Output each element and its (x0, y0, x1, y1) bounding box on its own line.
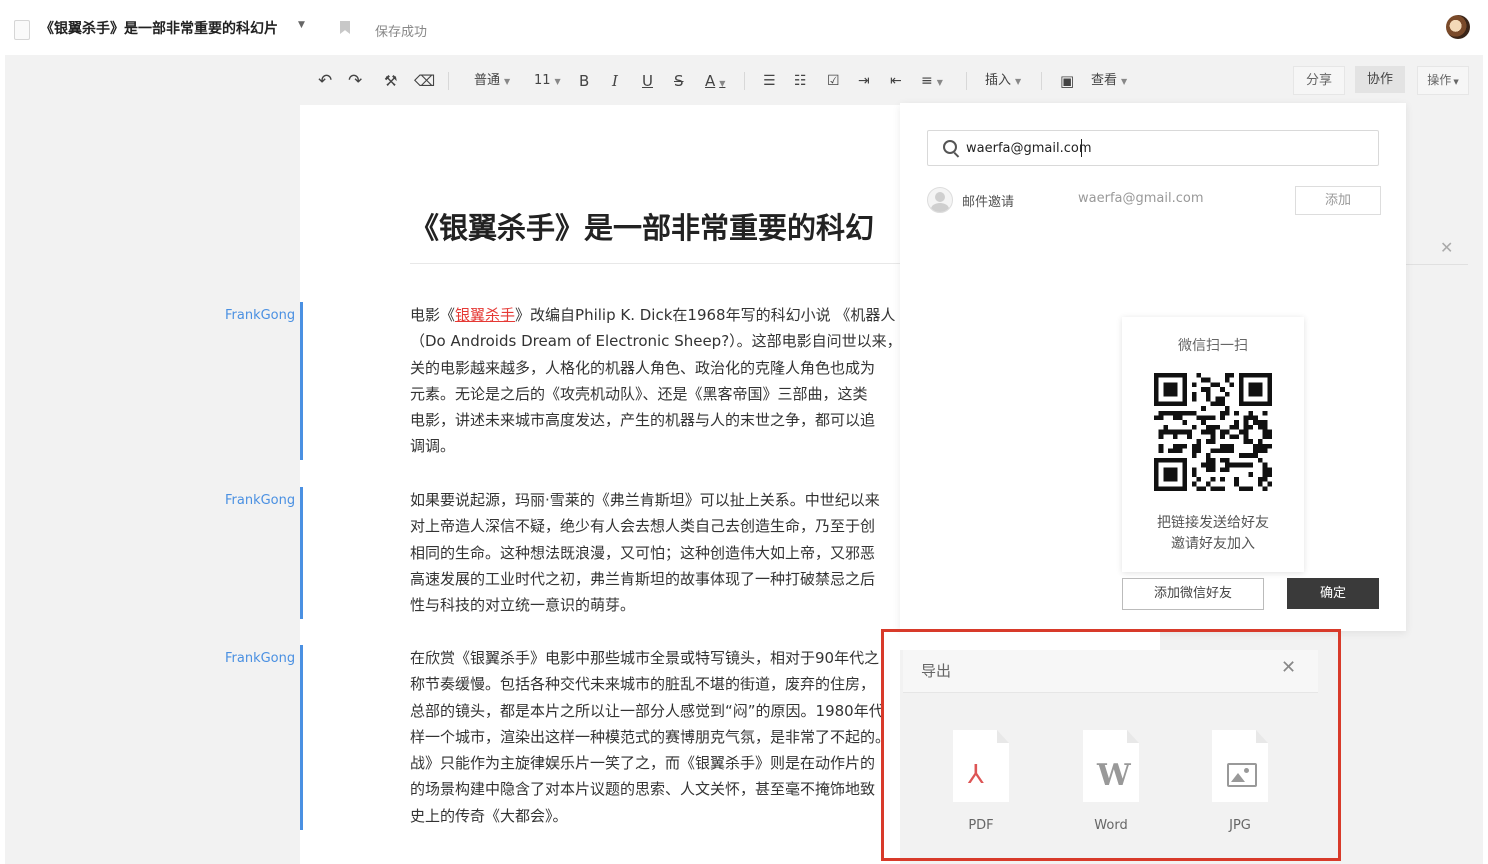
text-span: 电影《 (410, 306, 456, 324)
undo-icon[interactable]: ↶ (318, 62, 332, 100)
movie-link[interactable]: 银翼杀手 (455, 306, 515, 324)
align-select[interactable]: ≡ ▼ (921, 62, 943, 100)
chevron-down-icon: ▼ (1453, 78, 1459, 86)
text-cursor (1081, 139, 1082, 157)
paragraph-line: 战》只能作为主旋律娱乐片一笑了之，而《银翼杀手》则是在动作片的 (410, 754, 876, 773)
strikethrough-button[interactable]: S (674, 62, 684, 100)
paragraph-line: 关的电影越来越多，人格化的机器人角色、政治化的克隆人角色也成为 (410, 358, 876, 377)
user-placeholder-icon (927, 187, 953, 213)
paragraph-line: 元素。无论是之后的《攻壳机动队》、还是《黑客帝国》三部曲，这类 (410, 384, 868, 403)
collab-button[interactable]: 协作 (1355, 66, 1405, 93)
paragraph-line: 相同的生命。这种想法既浪漫，又可怕；这种创造伟大如上帝，又邪恶 (410, 543, 876, 562)
paragraph-style-select[interactable]: 普通 ▼ (474, 62, 510, 100)
operations-button[interactable]: 操作 ▼ (1417, 66, 1469, 95)
paragraph-style-label: 普通 (474, 73, 501, 88)
search-icon (943, 140, 957, 154)
paragraph-line: 总部的镜头，都是本片之所以让一部分人感觉到“闷”的原因。1980年代 (410, 701, 884, 720)
author-marker (300, 487, 303, 619)
toolbar-divider (966, 72, 967, 90)
paragraph-line: 高速发展的工业时代之初，弗兰肯斯坦的故事体现了一种打破禁忌之后 (410, 569, 876, 588)
font-size-select[interactable]: 11 ▼ (534, 62, 561, 100)
highlight-box (881, 629, 1341, 861)
paragraph-line: 电影《银翼杀手》改编自Philip K. Dick在1968年写的科幻小说 《机… (410, 302, 900, 328)
invite-label: 邮件邀请 (962, 195, 1015, 210)
share-button[interactable]: 分享 (1293, 66, 1345, 95)
paragraph-line: 性与科技的对立统一意识的萌芽。 (410, 596, 636, 615)
document-icon (14, 20, 30, 40)
chevron-down-icon: ▼ (719, 79, 726, 88)
font-color-button[interactable]: A ▼ (705, 62, 725, 100)
checklist-icon[interactable]: ☑ (827, 62, 840, 100)
close-icon[interactable]: ✕ (1440, 238, 1453, 257)
paragraph-line: （Do Androids Dream of Electronic Sheep?）… (410, 332, 900, 351)
operations-label: 操作 (1427, 73, 1452, 87)
paragraph[interactable]: 在欣赏《银翼杀手》电影中那些城市全景或特写镜头，相对于90年代之 称节奏缓慢。包… (410, 645, 900, 829)
paragraph-line: 调调。 (410, 437, 456, 456)
italic-button[interactable]: I (612, 62, 618, 100)
comment-icon[interactable]: ▣ (1060, 62, 1074, 100)
paragraph-line: 电影，讲述未来城市高度发达，产生的机器与人的末世之争，都可以追 (410, 411, 876, 430)
add-button[interactable]: 添加 (1295, 186, 1381, 215)
paragraph-line: 如果要说起源，玛丽·雪莱的《弗兰肯斯坦》可以扯上关系。中世纪以来 (410, 491, 880, 509)
paragraph[interactable]: 电影《银翼杀手》改编自Philip K. Dick在1968年写的科幻小说 《机… (410, 302, 900, 460)
author-marker (300, 302, 303, 460)
outdent-icon[interactable]: ⇤ (890, 62, 902, 100)
doc-title[interactable]: 《银翼杀手》是一部非常重要的科幻片 (40, 18, 278, 38)
confirm-button[interactable]: 确定 (1287, 578, 1379, 609)
bullet-list-icon[interactable]: ☷ (794, 62, 807, 100)
paragraph-line: 称节奏缓慢。包括各种交代未来城市的脏乱不堪的街道，废弃的住房， (410, 675, 876, 694)
author-marker (300, 645, 303, 830)
view-menu-label: 查看 (1091, 73, 1118, 88)
align-left-icon: ≡ (921, 73, 933, 89)
chevron-down-icon: ▼ (1121, 77, 1128, 86)
paragraph-line: 对上帝造人深信不疑，绝少有人会去想人类自己去创造生命，乃至于创 (410, 517, 876, 536)
invite-email: waerfa@gmail.com (1078, 191, 1204, 206)
chevron-down-icon: ▼ (504, 77, 511, 86)
qr-instruction: 邀请好友加入 (1171, 536, 1255, 552)
insert-menu[interactable]: 插入 ▼ (985, 62, 1021, 100)
bold-button[interactable]: B (579, 62, 589, 100)
underline-button[interactable]: U (642, 62, 653, 100)
comment-author[interactable]: FrankGong (225, 308, 295, 323)
heading-divider (410, 263, 900, 264)
sidebar-divider (1406, 264, 1468, 265)
qr-instruction: 把链接发送给好友 (1157, 515, 1269, 531)
paragraph-line: 在欣赏《银翼杀手》电影中那些城市全景或特写镜头，相对于90年代之 (410, 649, 880, 667)
chevron-down-icon: ▼ (1015, 77, 1022, 86)
save-status: 保存成功 (375, 25, 428, 40)
format-painter-icon[interactable]: ⚒ (384, 62, 397, 100)
toolbar-divider (744, 72, 745, 90)
qr-title: 微信扫一扫 (1178, 338, 1248, 354)
document-heading[interactable]: 《银翼杀手》是一部非常重要的科幻 (410, 205, 900, 247)
add-wechat-friend-button[interactable]: 添加微信好友 (1122, 578, 1264, 610)
paragraph[interactable]: 如果要说起源，玛丽·雪莱的《弗兰肯斯坦》可以扯上关系。中世纪以来 对上帝造人深信… (410, 487, 900, 618)
clear-format-icon[interactable]: ⌫ (414, 62, 435, 100)
user-avatar[interactable] (1446, 15, 1470, 39)
comment-author[interactable]: FrankGong (225, 651, 295, 666)
font-size-label: 11 (534, 73, 551, 88)
toolbar-divider (448, 72, 449, 90)
font-color-label: A (705, 72, 716, 90)
chevron-down-icon: ▼ (554, 77, 561, 86)
redo-icon[interactable]: ↷ (348, 62, 362, 100)
paragraph-line: 史上的传奇《大都会》。 (410, 806, 568, 825)
paragraph-line: 的场景构建中隐含了对本片议题的思索、人文关怀，甚至毫不掩饰地致 (410, 780, 876, 799)
view-menu[interactable]: 查看 ▼ (1091, 62, 1127, 100)
ordered-list-icon[interactable]: ☰ (763, 62, 776, 100)
toolbar-divider (1041, 72, 1042, 90)
comment-sidebar (1406, 105, 1468, 265)
text-span: 》改编自Philip K. Dick在1968年写的科幻小说 《机器人 (515, 306, 896, 324)
insert-menu-label: 插入 (985, 73, 1012, 88)
search-input[interactable] (966, 138, 1366, 158)
comment-author[interactable]: FrankGong (225, 493, 295, 508)
indent-icon[interactable]: ⇥ (858, 62, 870, 100)
chevron-down-icon: ▼ (936, 78, 943, 87)
paragraph-line: 样一个城市，渲染出这样一种模范式的赛博朋克气氛，是非常了不起的。 (410, 727, 891, 746)
title-dropdown-icon[interactable]: ▼ (298, 20, 305, 30)
qr-code-icon (1154, 373, 1272, 491)
